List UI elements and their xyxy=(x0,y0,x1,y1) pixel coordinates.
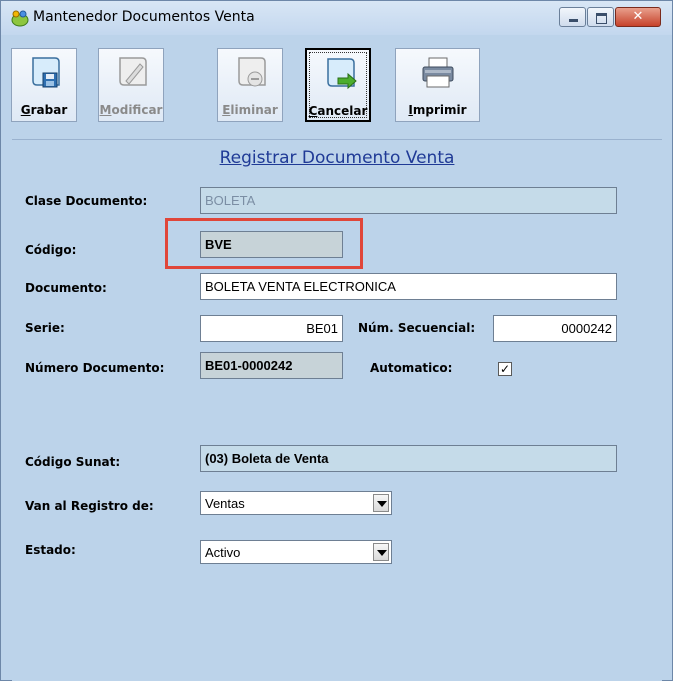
num-secuencial-field[interactable]: 0000242 xyxy=(493,315,617,342)
close-icon: ✕ xyxy=(632,9,644,24)
serie-label: Serie: xyxy=(25,321,65,335)
cancelar-label: Cancelar xyxy=(308,104,368,118)
eliminar-label: Eliminar xyxy=(222,103,278,117)
modificar-button[interactable]: Modificar xyxy=(98,48,164,122)
imprimir-label: Imprimir xyxy=(408,103,467,117)
form-panel: Registrar Documento Venta Clase Document… xyxy=(12,139,662,681)
cancelar-button[interactable]: Cancelar xyxy=(305,48,371,122)
automatico-checkbox[interactable]: ✓ xyxy=(498,362,512,376)
clase-documento-label: Clase Documento: xyxy=(25,194,148,208)
app-icon xyxy=(11,10,29,27)
modificar-label: Modificar xyxy=(99,103,163,117)
registro-value: Ventas xyxy=(205,496,245,511)
codigo-label: Código: xyxy=(25,243,77,257)
automatico-label: Automatico: xyxy=(370,361,453,375)
registro-select[interactable]: Ventas xyxy=(200,491,392,515)
minimize-button[interactable] xyxy=(559,7,586,27)
num-secuencial-label: Núm. Secuencial: xyxy=(358,321,476,335)
documento-label: Documento: xyxy=(25,281,107,295)
toolbar: Grabar Modificar Eliminar Cancelar Impri… xyxy=(11,41,661,131)
numero-documento-field[interactable]: BE01-0000242 xyxy=(200,352,343,379)
codigo-sunat-label: Código Sunat: xyxy=(25,455,121,469)
clase-documento-field[interactable]: BOLETA xyxy=(200,187,617,214)
serie-field[interactable]: BE01 xyxy=(200,315,343,342)
window-title: Mantenedor Documentos Venta xyxy=(33,9,255,25)
maximize-icon xyxy=(588,8,613,26)
estado-label: Estado: xyxy=(25,543,76,557)
close-button[interactable]: ✕ xyxy=(615,7,661,27)
chevron-down-icon[interactable] xyxy=(373,494,389,512)
delete-icon xyxy=(238,57,266,87)
window: Mantenedor Documentos Venta ✕ Grabar Mod… xyxy=(0,0,673,681)
numero-documento-label: Número Documento: xyxy=(25,361,165,375)
form-title: Registrar Documento Venta xyxy=(219,148,455,168)
grabar-button[interactable]: Grabar xyxy=(11,48,77,122)
eliminar-button[interactable]: Eliminar xyxy=(217,48,283,122)
imprimir-button[interactable]: Imprimir xyxy=(395,48,480,122)
minimize-icon xyxy=(560,8,585,26)
printer-icon xyxy=(422,57,454,88)
save-icon xyxy=(32,57,60,88)
highlight-box xyxy=(165,218,363,269)
edit-icon xyxy=(119,57,147,86)
chevron-down-icon[interactable] xyxy=(373,543,389,561)
cancel-icon xyxy=(327,58,357,90)
estado-select[interactable]: Activo xyxy=(200,540,392,564)
registro-label: Van al Registro de: xyxy=(25,499,154,513)
documento-field[interactable]: BOLETA VENTA ELECTRONICA xyxy=(200,273,617,300)
codigo-sunat-field[interactable]: (03) Boleta de Venta xyxy=(200,445,617,472)
grabar-label: Grabar xyxy=(20,103,68,117)
maximize-button[interactable] xyxy=(587,7,614,27)
title-bar: Mantenedor Documentos Venta ✕ xyxy=(1,1,672,35)
estado-value: Activo xyxy=(205,545,241,560)
